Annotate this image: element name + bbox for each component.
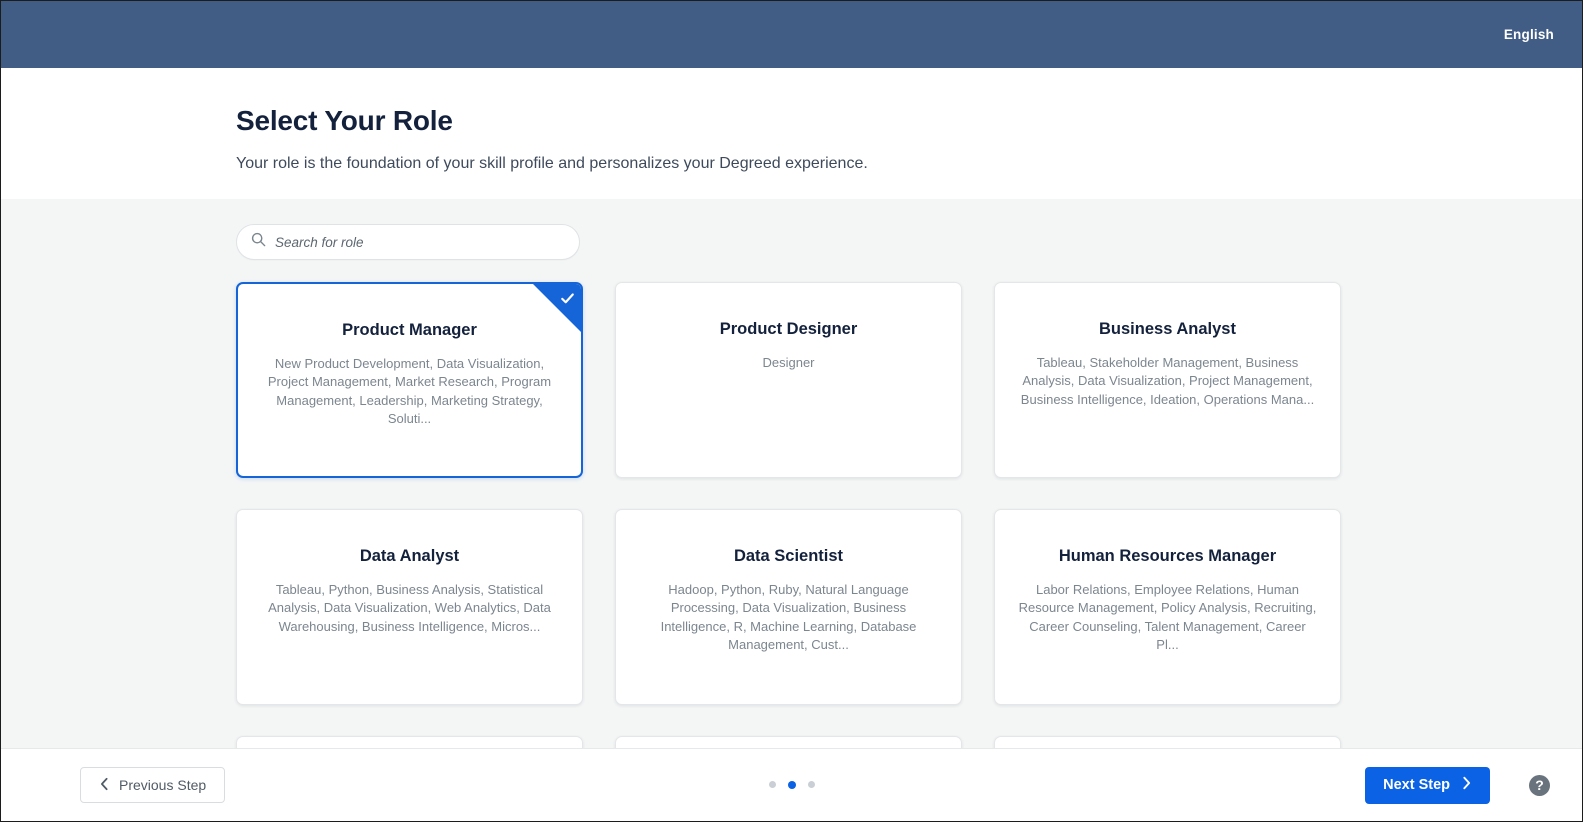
step-pagination-dots <box>1 781 1582 789</box>
next-step-button[interactable]: Next Step <box>1365 766 1490 804</box>
role-card-skills: Hadoop, Python, Ruby, Natural Language P… <box>660 581 917 652</box>
role-card-row3-2[interactable] <box>615 736 962 748</box>
role-card-skills: Tableau, Python, Business Analysis, Stat… <box>268 581 551 634</box>
role-card-title: Data Scientist <box>733 547 844 565</box>
role-card-skills: Designer <box>762 354 815 370</box>
help-icon[interactable]: ? <box>1529 774 1550 796</box>
role-card-skills: Labor Relations, Employee Relations, Hum… <box>1018 581 1317 652</box>
role-selection-page: English Select Your Role Your role is th… <box>0 0 1583 822</box>
role-card-title: Product Designer <box>719 320 858 338</box>
role-card-row3-3[interactable] <box>994 736 1341 748</box>
role-card-skills: New Product Development, Data Visualizat… <box>267 355 552 426</box>
step-dot-3[interactable] <box>807 781 815 788</box>
role-card-product-designer[interactable]: Product Designer Designer <box>615 282 962 478</box>
search-input[interactable] <box>275 234 565 250</box>
role-search-box[interactable] <box>236 224 580 260</box>
chevron-right-icon <box>1461 776 1472 794</box>
next-step-label: Next Step <box>1383 777 1450 793</box>
role-card-title: Human Resources Manager <box>1058 547 1277 565</box>
page-subtitle: Your role is the foundation of your skil… <box>236 154 868 172</box>
role-card-row3-1[interactable] <box>236 736 583 748</box>
language-selector[interactable]: English <box>1504 27 1554 42</box>
role-card-data-scientist[interactable]: Data Scientist Hadoop, Python, Ruby, Nat… <box>615 509 962 705</box>
search-icon <box>251 232 275 252</box>
step-dot-1[interactable] <box>768 781 776 788</box>
footer-navigation-bar: Previous Step Next Step ? <box>1 748 1582 821</box>
role-card-business-analyst[interactable]: Business Analyst Tableau, Stakeholder Ma… <box>994 282 1341 478</box>
role-card-human-resources-manager[interactable]: Human Resources Manager Labor Relations,… <box>994 509 1341 705</box>
check-icon <box>560 291 575 311</box>
role-card-skills: Tableau, Stakeholder Management, Busines… <box>1020 354 1315 407</box>
role-content-area: Product Manager New Product Development,… <box>1 199 1582 748</box>
role-card-product-manager[interactable]: Product Manager New Product Development,… <box>236 282 583 478</box>
page-header-section: Select Your Role Your role is the founda… <box>1 68 1582 199</box>
role-card-title: Data Analyst <box>359 547 460 565</box>
role-card-data-analyst[interactable]: Data Analyst Tableau, Python, Business A… <box>236 509 583 705</box>
role-card-title: Product Manager <box>342 321 477 339</box>
top-header-bar: English <box>1 1 1582 68</box>
role-card-title: Business Analyst <box>1099 320 1236 338</box>
step-dot-2[interactable] <box>787 781 796 789</box>
page-title: Select Your Role <box>236 105 453 136</box>
role-card-grid: Product Manager New Product Development,… <box>236 282 1349 748</box>
